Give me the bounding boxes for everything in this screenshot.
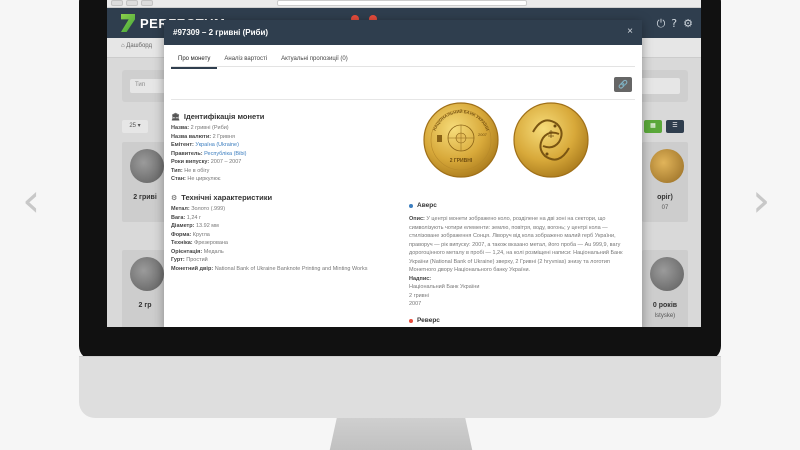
- coin-card-title: оріг): [657, 194, 673, 201]
- technical-row: Діаметр: 13.92 мм: [171, 223, 219, 229]
- header-icons: ⏻ ? ⚙: [657, 17, 693, 31]
- coin-card-title: 2 гриві: [133, 194, 157, 201]
- coin-card[interactable]: 2 гр: [122, 250, 168, 327]
- identification-list: Назва: 2 гривні (Риби) Назва валюти: 2 Г…: [171, 124, 401, 184]
- issuer-link[interactable]: Україна (Ukraine): [195, 142, 239, 148]
- coin-card-title: 2 гр: [138, 302, 152, 309]
- technical-row: Гурт: Простий: [171, 257, 208, 263]
- identification-row: Назва: 2 гривні (Риби): [171, 125, 229, 131]
- screen: PERFECTUM ⏻ ? ⚙ ⌂ Дашборд Тип 25 ▾ ▦ ☰ 2…: [107, 0, 701, 327]
- technical-row: Техніка: Фрезерована: [171, 240, 228, 246]
- slider-prev-arrow[interactable]: ‹: [22, 177, 40, 223]
- technical-row: Вага: 1,24 г: [171, 214, 201, 221]
- browser-chrome: [107, 0, 701, 8]
- browser-forward-button[interactable]: [126, 0, 138, 6]
- coin-card-subtitle: lstyske): [654, 313, 676, 319]
- gear-icon: ⚙: [171, 193, 178, 202]
- identification-row: Назва валюти: 2 Гривня: [171, 133, 235, 140]
- obverse-description: Опис: У центрі монети зображено коло, ро…: [409, 216, 623, 307]
- identification-heading: 🏛 Ідентифікація монети: [171, 112, 265, 121]
- list-view-button[interactable]: ☰: [666, 120, 684, 133]
- coin-card[interactable]: 2 гриві: [122, 142, 168, 222]
- identification-row: Роки випуску: 2007 – 2007: [171, 159, 242, 165]
- coin-details-modal: #97309 – 2 гривні (Риби) × Про монету Ан…: [164, 20, 642, 327]
- divider: [171, 99, 635, 100]
- obverse-value-text: 2 ГРИВНІ: [450, 158, 473, 164]
- modal-title: #97309 – 2 гривні (Риби): [173, 28, 269, 37]
- obverse-dot-icon: [409, 203, 413, 208]
- link-icon: 🔗: [618, 80, 628, 89]
- coin-card-subtitle: 07: [661, 205, 669, 211]
- coin-reverse-image[interactable]: [513, 102, 589, 178]
- coin-thumbnail: [650, 257, 684, 291]
- coin-card-title: 0 років: [652, 302, 678, 309]
- ruler-link[interactable]: Республіка (Bibi): [204, 151, 246, 157]
- coin-thumbnail: [130, 257, 164, 291]
- power-icon[interactable]: ⏻: [657, 17, 666, 31]
- coin-card[interactable]: 0 років lstyske): [642, 250, 688, 327]
- tab-divider: [171, 66, 635, 67]
- coin-thumbnail: [650, 149, 684, 183]
- identification-row: Стан: Не циркулює: [171, 176, 221, 182]
- imac-stand: [328, 418, 474, 450]
- obverse-year-text: 2007: [478, 132, 488, 137]
- wrench-icon[interactable]: ⚙: [683, 17, 693, 31]
- modal-header: #97309 – 2 гривні (Риби) ×: [164, 20, 642, 45]
- coin-thumbnail: [130, 149, 164, 183]
- technical-row: Орієнтація: Медаль: [171, 248, 224, 255]
- identification-row: Правитель: Республіка (Bibi): [171, 150, 247, 157]
- breadcrumb-dashboard[interactable]: Дашборд: [126, 43, 152, 49]
- close-icon[interactable]: ×: [627, 26, 633, 37]
- browser-home-button[interactable]: [141, 0, 153, 6]
- coin-card[interactable]: оріг) 07: [642, 142, 688, 222]
- grid-view-button[interactable]: ▦: [644, 120, 662, 133]
- technical-row: Форма: Кругла: [171, 231, 210, 238]
- bank-icon: 🏛: [171, 112, 180, 121]
- link-button[interactable]: 🔗: [614, 77, 632, 92]
- reverse-heading: Реверс: [409, 317, 440, 324]
- home-icon: ⌂: [121, 43, 125, 49]
- technical-row: Метал: Золото (.999): [171, 206, 226, 212]
- technical-list: Метал: Золото (.999) Вага: 1,24 г Діамет…: [171, 205, 406, 273]
- browser-back-button[interactable]: [111, 0, 123, 6]
- per-page-select[interactable]: 25 ▾: [122, 120, 148, 133]
- identification-row: Тип: Не в обігу: [171, 167, 210, 174]
- logo-icon: [121, 14, 135, 32]
- address-bar[interactable]: [277, 0, 527, 6]
- slider-next-arrow[interactable]: ›: [752, 177, 770, 223]
- imac-chin: [79, 356, 721, 418]
- coin-obverse-image[interactable]: НАЦІОНАЛЬНИЙ БАНК УКРАЇНИ 2007 2 ГРИВНІ: [423, 102, 499, 178]
- identification-row: Емітент: Україна (Ukraine): [171, 142, 239, 148]
- technical-row: Монетний двір: National Bank of Ukraine …: [171, 265, 368, 272]
- help-icon[interactable]: ?: [671, 17, 677, 31]
- stage: ‹ › PERFECTUM ⏻ ? ⚙ ⌂ Дашборд Тип: [0, 0, 800, 450]
- obverse-heading: Аверс: [409, 202, 437, 209]
- technical-heading: ⚙ Технічні характеристики: [171, 193, 273, 202]
- reverse-dot-icon: [409, 318, 413, 323]
